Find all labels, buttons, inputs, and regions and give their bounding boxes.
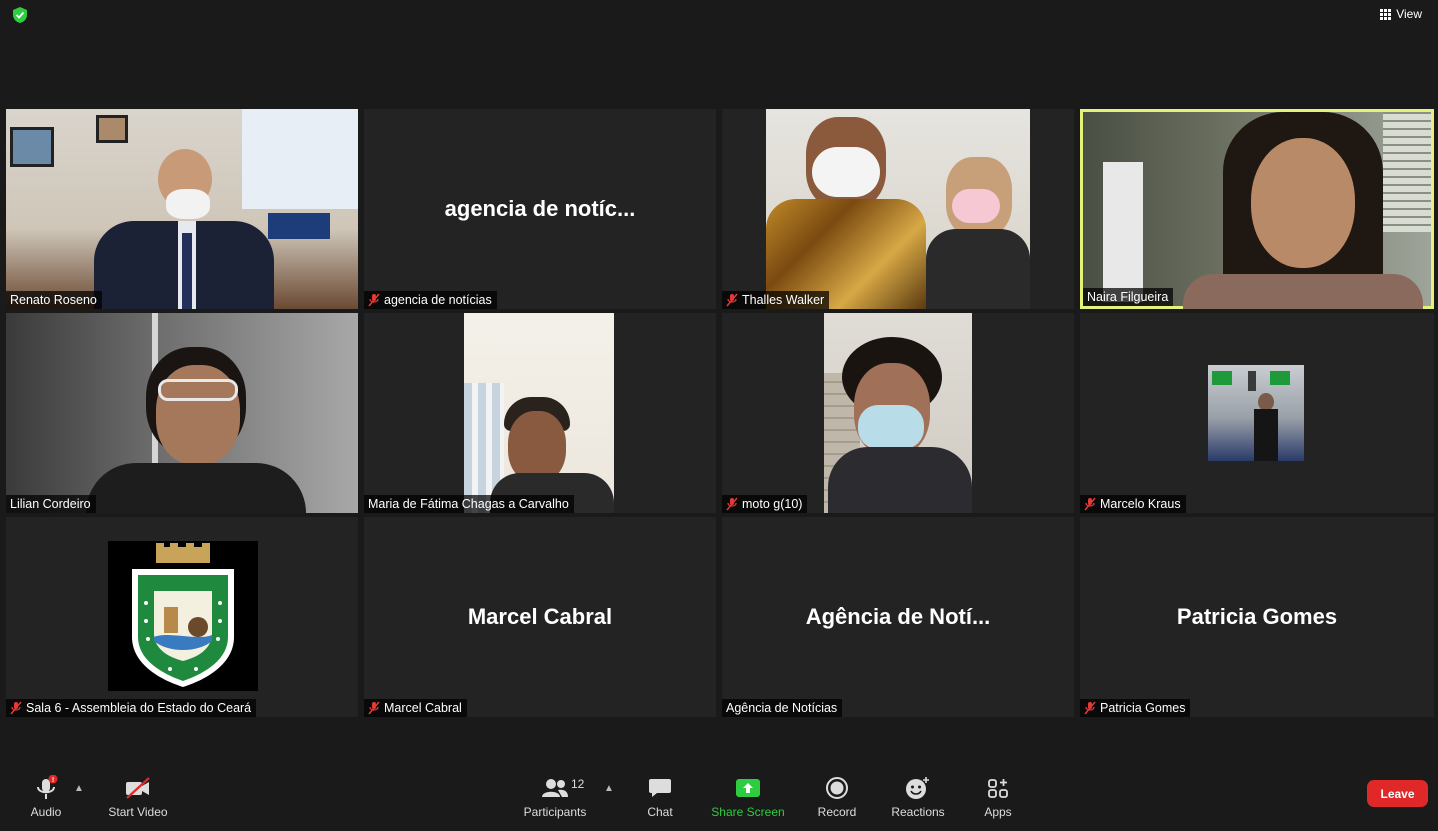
participant-display-name: Patricia Gomes <box>1176 604 1338 629</box>
record-icon <box>826 777 848 799</box>
participant-tile[interactable]: Thalles Walker <box>722 109 1074 309</box>
chat-label: Chat <box>647 805 673 819</box>
meeting-toolbar: ! Audio ▲ Start Video Participants 12 ▲ <box>0 769 1438 831</box>
shield-check-icon[interactable] <box>12 6 28 24</box>
participant-display-name: agencia de notíc... <box>444 196 636 221</box>
participant-video <box>6 109 358 309</box>
participant-name-tag: Marcel Cabral <box>364 699 467 717</box>
muted-mic-icon <box>1084 497 1096 511</box>
muted-mic-icon <box>368 293 380 307</box>
participant-video <box>6 313 358 513</box>
participants-label: Participants <box>523 805 587 819</box>
leave-button[interactable]: Leave <box>1367 780 1428 807</box>
participants-icon <box>542 779 568 797</box>
participant-tile[interactable]: Lilian Cordeiro <box>6 313 358 513</box>
audio-button[interactable]: ! Audio <box>22 775 70 829</box>
start-video-button[interactable]: Start Video <box>104 775 172 829</box>
participant-name-tag: Marcelo Kraus <box>1080 495 1186 513</box>
participant-name-tag: Lilian Cordeiro <box>6 495 96 513</box>
reactions-button[interactable]: Reactions <box>888 775 948 829</box>
participant-name: Marcel Cabral <box>384 701 462 715</box>
participant-name: Naira Filgueira <box>1087 290 1169 304</box>
participant-tile[interactable]: Renato Roseno <box>6 109 358 309</box>
participant-name-tag: Agência de Notícias <box>722 699 843 717</box>
top-bar: View <box>0 0 1438 30</box>
participant-name-tag: moto g(10) <box>722 495 808 513</box>
share-screen-label: Share Screen <box>711 805 785 819</box>
participant-name: Maria de Fátima Chagas a Carvalho <box>368 497 569 511</box>
microphone-alert-icon: ! <box>37 775 58 799</box>
participant-name-tag: Thalles Walker <box>722 291 830 309</box>
share-screen-button[interactable]: Share Screen <box>710 775 786 829</box>
participant-video <box>1083 112 1431 309</box>
start-video-label: Start Video <box>108 805 168 819</box>
participant-name: Lilian Cordeiro <box>10 497 91 511</box>
reactions-label: Reactions <box>891 805 945 819</box>
participants-count: 12 <box>571 777 585 791</box>
participant-name: Patricia Gomes <box>1100 701 1186 715</box>
chat-icon <box>649 779 671 797</box>
participant-tile[interactable]: agencia de notíc... agencia de notícias <box>364 109 716 309</box>
svg-text:!: ! <box>52 777 54 784</box>
participant-name-tag: Patricia Gomes <box>1080 699 1191 717</box>
chat-button[interactable]: Chat <box>640 775 680 829</box>
muted-mic-icon <box>10 701 22 715</box>
muted-mic-icon <box>1084 701 1096 715</box>
record-label: Record <box>817 805 857 819</box>
participant-tile[interactable]: Marcel Cabral Marcel Cabral <box>364 517 716 717</box>
ceara-coat-of-arms-icon <box>132 543 234 687</box>
participant-name: Marcelo Kraus <box>1100 497 1181 511</box>
participant-name-tag: Maria de Fátima Chagas a Carvalho <box>364 495 574 513</box>
participant-name-tag: Sala 6 - Assembleia do Estado do Ceará <box>6 699 257 717</box>
video-grid: Renato Roseno agencia de notíc... agenci… <box>6 109 1434 717</box>
participant-video <box>766 109 1030 309</box>
apps-button[interactable]: Apps <box>978 775 1018 829</box>
participant-display-name: Marcel Cabral <box>467 604 613 629</box>
record-button[interactable]: Record <box>814 775 860 829</box>
audio-label: Audio <box>30 805 62 819</box>
view-label: View <box>1396 7 1422 21</box>
grid-icon <box>1380 8 1392 20</box>
apps-icon <box>988 779 1008 798</box>
view-button[interactable]: View <box>1372 4 1430 24</box>
video-off-icon <box>126 777 150 799</box>
participant-tile[interactable]: Marcelo Kraus <box>1080 313 1434 513</box>
participant-name: Renato Roseno <box>10 293 97 307</box>
participant-name-tag: Naira Filgueira <box>1083 288 1174 306</box>
participant-tile[interactable]: Patricia Gomes Patricia Gomes <box>1080 517 1434 717</box>
participant-name: Sala 6 - Assembleia do Estado do Ceará <box>26 701 252 715</box>
muted-mic-icon <box>726 497 738 511</box>
participant-video <box>824 313 972 513</box>
share-screen-icon <box>736 779 760 797</box>
coat-of-arms-avatar <box>108 541 258 691</box>
participant-name: moto g(10) <box>742 497 803 511</box>
participant-tile[interactable]: Sala 6 - Assembleia do Estado do Ceará <box>6 517 358 717</box>
participants-options-caret-icon[interactable]: ▲ <box>604 783 614 794</box>
muted-mic-icon <box>368 701 380 715</box>
participant-name: agencia de notícias <box>384 293 492 307</box>
participant-tile[interactable]: moto g(10) <box>722 313 1074 513</box>
participant-name: Thalles Walker <box>742 293 825 307</box>
participant-display-name: Agência de Notí... <box>805 604 991 629</box>
participant-avatar <box>1208 365 1304 461</box>
audio-options-caret-icon[interactable]: ▲ <box>74 783 84 794</box>
participant-tile[interactable]: Agência de Notí... Agência de Notícias <box>722 517 1074 717</box>
participant-name: Agência de Notícias <box>726 701 838 715</box>
participant-tile-active-speaker[interactable]: Naira Filgueira <box>1080 109 1434 309</box>
participant-video <box>464 313 614 513</box>
participant-name-tag: agencia de notícias <box>364 291 497 309</box>
participant-name-tag: Renato Roseno <box>6 291 102 309</box>
apps-label: Apps <box>984 805 1012 819</box>
muted-mic-icon <box>726 293 738 307</box>
participant-tile[interactable]: Maria de Fátima Chagas a Carvalho <box>364 313 716 513</box>
reactions-smiley-icon <box>906 777 929 799</box>
